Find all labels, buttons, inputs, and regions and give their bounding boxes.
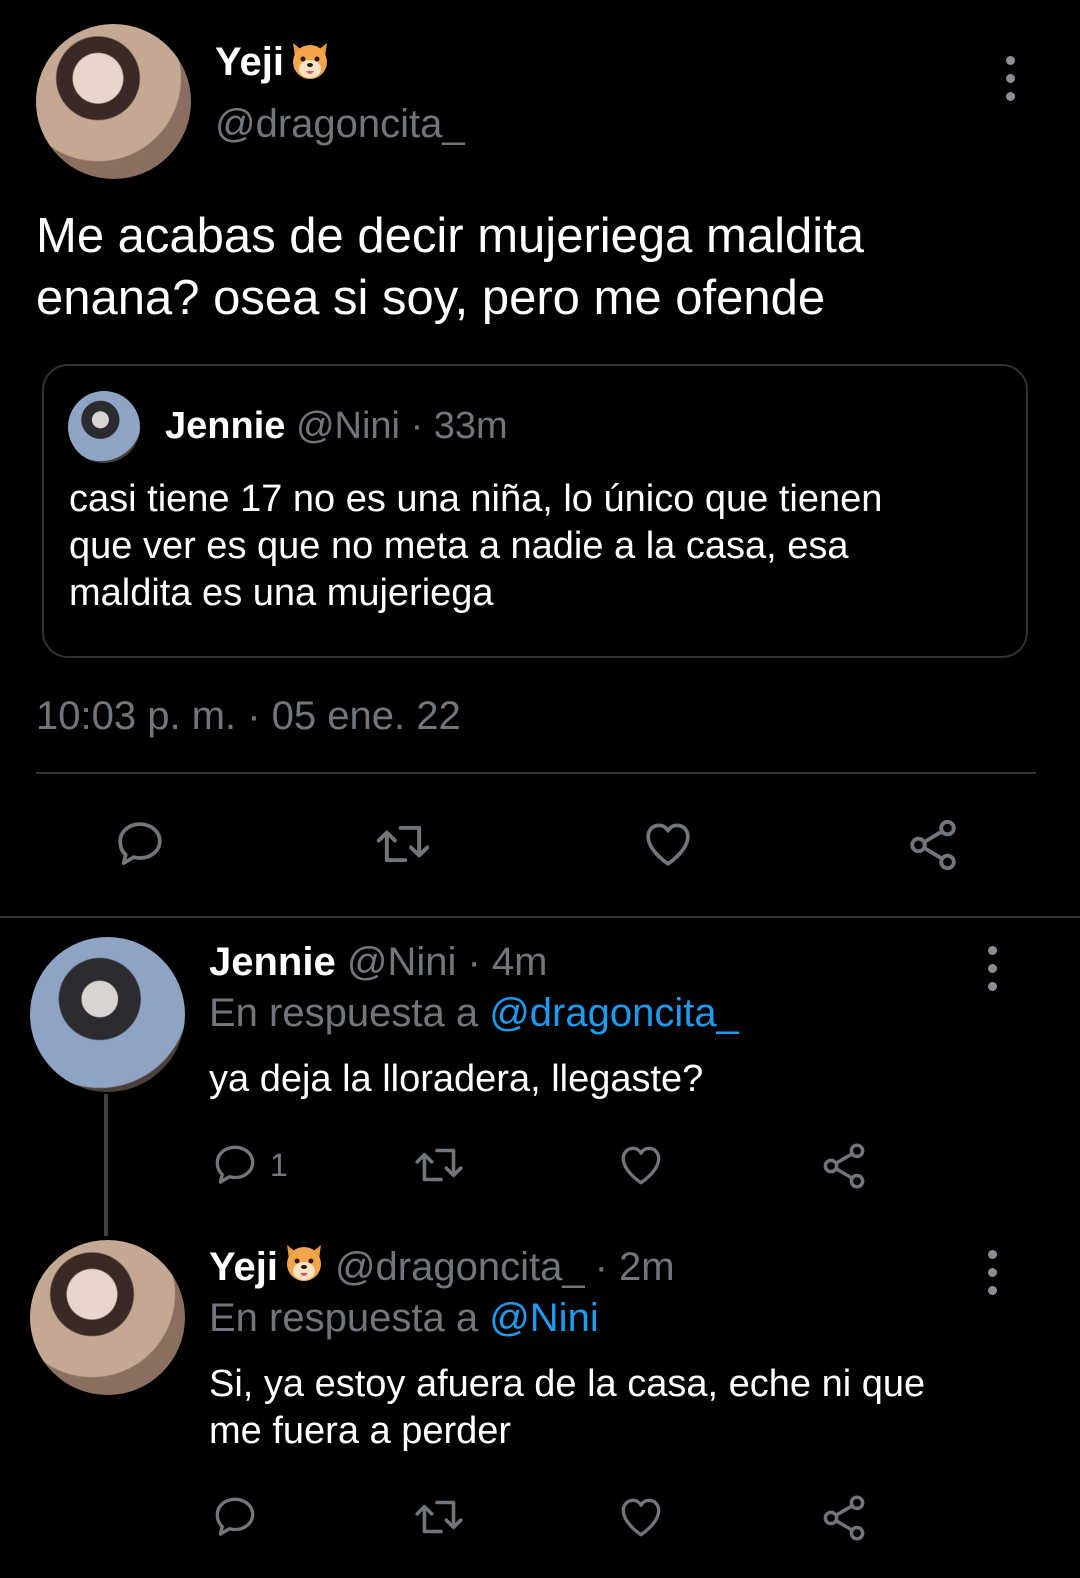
tweet-text-line: Si, ya estoy afuera de la casa, eche ni … xyxy=(209,1363,926,1405)
author-row: Yeji xyxy=(215,38,333,86)
avatar[interactable] xyxy=(30,1240,185,1395)
retweet-icon[interactable] xyxy=(373,816,433,872)
divider xyxy=(36,772,1036,774)
heart-icon[interactable] xyxy=(616,1140,666,1190)
quoted-author-handle: @Nini xyxy=(295,405,400,447)
share-icon[interactable] xyxy=(904,816,962,874)
reply-context-prefix: En respuesta a xyxy=(209,1296,479,1340)
tweet-text: Si, ya estoy afuera de la casa, eche ni … xyxy=(209,1361,925,1455)
quoted-text-line: maldita es una mujeriega xyxy=(69,572,494,614)
thread-line xyxy=(104,1094,108,1236)
section-divider xyxy=(0,916,1080,918)
quoted-text: casi tiene 17 no es una niña, lo único q… xyxy=(69,476,882,617)
retweet-icon[interactable] xyxy=(412,1492,466,1542)
dog-face-emoji-icon xyxy=(281,1239,327,1295)
more-vertical-icon[interactable] xyxy=(986,1250,998,1295)
reply-count: 1 xyxy=(270,1146,288,1183)
share-icon[interactable] xyxy=(818,1492,870,1544)
quoted-author-name: Jennie xyxy=(165,405,286,447)
tweet-text: ya deja la lloradera, llegaste? xyxy=(209,1058,704,1100)
tweet-text-line: me fuera a perder xyxy=(209,1410,512,1452)
heart-icon[interactable] xyxy=(640,816,696,872)
quoted-text-line: que ver es que no meta a nadie a la casa… xyxy=(69,525,849,567)
avatar[interactable] xyxy=(30,937,185,1092)
reply-context-prefix: En respuesta a xyxy=(209,991,479,1035)
dog-face-emoji-icon xyxy=(287,37,333,88)
author-handle[interactable]: @dragoncita_ xyxy=(215,102,465,147)
tweet-text-line: enana? osea si soy, pero me ofende xyxy=(36,271,826,325)
tweet-time[interactable]: · 4m xyxy=(467,940,547,984)
reply-to-link[interactable]: @dragoncita_ xyxy=(489,991,739,1035)
avatar[interactable] xyxy=(36,24,191,179)
author-row: Yeji @dragoncita_ · 2m xyxy=(209,1242,675,1292)
quoted-time: · 33m xyxy=(410,405,508,447)
author-name[interactable]: Yeji xyxy=(215,40,284,85)
quoted-text-line: casi tiene 17 no es una niña, lo único q… xyxy=(69,478,883,520)
reply-icon[interactable] xyxy=(210,1492,260,1542)
heart-icon[interactable] xyxy=(616,1492,666,1542)
reply-context: En respuesta a @dragoncita_ xyxy=(209,991,739,1036)
reply-icon[interactable]: 1 xyxy=(210,1140,288,1190)
tweet-text-line: Me acabas de decir mujeriega maldita xyxy=(36,209,864,263)
reply-icon[interactable] xyxy=(112,816,168,872)
more-vertical-icon[interactable] xyxy=(986,946,998,991)
reply-context: En respuesta a @Nini xyxy=(209,1296,599,1341)
tweet-timestamp[interactable]: 10:03 p. m. · 05 ene. 22 xyxy=(36,694,461,739)
more-vertical-icon[interactable] xyxy=(1004,56,1016,101)
tweet-text: Me acabas de decir mujeriega maldita ena… xyxy=(36,205,864,329)
tweet-time[interactable]: · 2m xyxy=(595,1245,675,1290)
author-row: Jennie @Nini · 4m xyxy=(209,940,547,985)
author-name[interactable]: Jennie xyxy=(209,940,336,984)
quoted-avatar xyxy=(68,391,140,463)
quoted-author-row: Jennie @Nini · 33m xyxy=(165,405,508,448)
author-handle[interactable]: @Nini xyxy=(347,940,457,984)
author-handle[interactable]: @dragoncita_ xyxy=(335,1245,585,1290)
author-name[interactable]: Yeji xyxy=(209,1245,278,1290)
retweet-icon[interactable] xyxy=(412,1140,466,1190)
reply-to-link[interactable]: @Nini xyxy=(489,1296,599,1340)
share-icon[interactable] xyxy=(818,1140,870,1192)
